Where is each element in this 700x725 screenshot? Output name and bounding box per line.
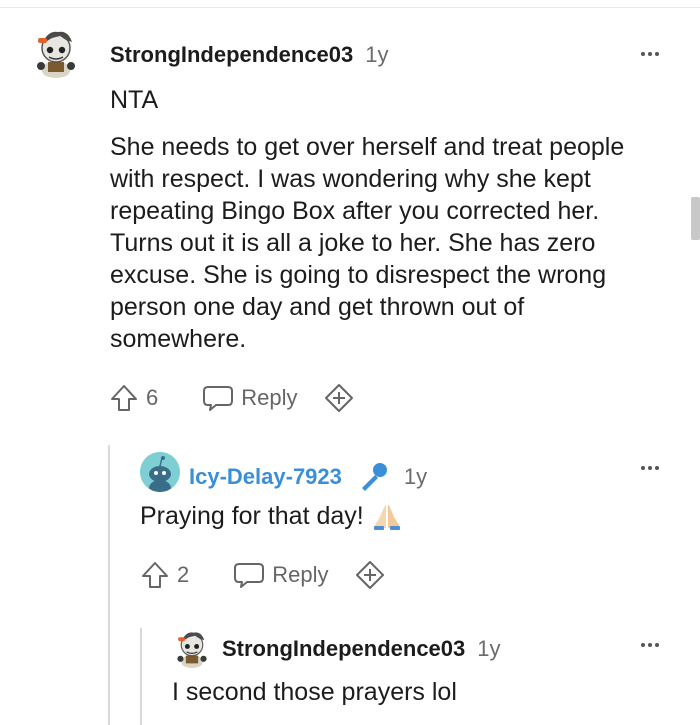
snoo-avatar-icon — [172, 628, 212, 668]
reply-button[interactable]: Reply — [202, 383, 298, 413]
comment-actions: 2 Reply — [141, 560, 385, 590]
avatar-icy-delay[interactable] — [140, 452, 180, 492]
scrollbar-thumb[interactable] — [691, 197, 700, 240]
comment-age: 1y — [477, 636, 501, 661]
upvote-button[interactable]: 2 — [141, 560, 189, 590]
more-options-icon[interactable] — [641, 52, 659, 56]
comment-text-line: She needs to get over herself and treat … — [110, 133, 625, 161]
award-plus-icon — [324, 384, 353, 412]
award-button[interactable] — [355, 560, 385, 590]
upvote-count: 6 — [146, 385, 159, 410]
comment-text-line: somewhere. — [110, 325, 247, 353]
comment-header: StrongIndependence03 1y — [110, 42, 389, 68]
comment-text-line: person one day and get thrown out of — [110, 293, 525, 321]
microphone-icon — [361, 463, 387, 491]
upvote-icon — [111, 385, 137, 411]
thread-line[interactable] — [140, 628, 142, 725]
reply-bubble-icon — [203, 386, 234, 411]
comment-age: 1y — [365, 42, 389, 67]
username[interactable]: StrongIndependence03 — [222, 636, 465, 662]
username[interactable]: Icy-Delay-7923 — [189, 464, 342, 490]
praying-hands-emoji — [373, 504, 400, 530]
username[interactable]: StrongIndependence03 — [110, 42, 353, 68]
snoo-avatar-icon — [140, 452, 180, 492]
thread-line[interactable] — [108, 445, 110, 725]
reply-button[interactable]: Reply — [233, 560, 329, 590]
avatar-strongindependence[interactable] — [30, 26, 82, 78]
reply-label: Reply — [241, 385, 298, 410]
snoo-avatar-icon — [30, 26, 82, 78]
award-button[interactable] — [324, 383, 354, 413]
comment-text-line: repeating Bingo Box after you corrected … — [110, 197, 600, 225]
comment-text-line: NTA — [110, 86, 159, 114]
upvote-count: 2 — [177, 562, 190, 587]
avatar-strongindependence[interactable] — [172, 628, 212, 668]
comment-actions: 6 Reply — [110, 383, 354, 413]
reply-label: Reply — [272, 562, 329, 587]
comment-text: Praying for that day! — [140, 502, 364, 530]
comment-text: I second those prayers lol — [172, 678, 457, 706]
comment-text-line: excuse. She is going to disrespect the w… — [110, 261, 607, 289]
comment-age: 1y — [403, 464, 428, 489]
upvote-button[interactable]: 6 — [110, 383, 158, 413]
comment-text-row: Praying for that day! — [140, 500, 402, 532]
more-options-icon[interactable] — [641, 466, 659, 470]
comment-text-line: with respect. I was wondering why she ke… — [110, 165, 591, 193]
reply-bubble-icon — [234, 563, 265, 588]
award-plus-icon — [355, 561, 384, 589]
comment-header: Icy-Delay-7923 1y — [189, 460, 427, 494]
top-divider — [0, 7, 700, 8]
more-options-icon[interactable] — [641, 643, 659, 647]
comment-header: StrongIndependence03 1y — [222, 636, 501, 662]
comment-text-line: Turns out it is all a joke to her. She h… — [110, 229, 596, 257]
upvote-icon — [142, 562, 168, 588]
